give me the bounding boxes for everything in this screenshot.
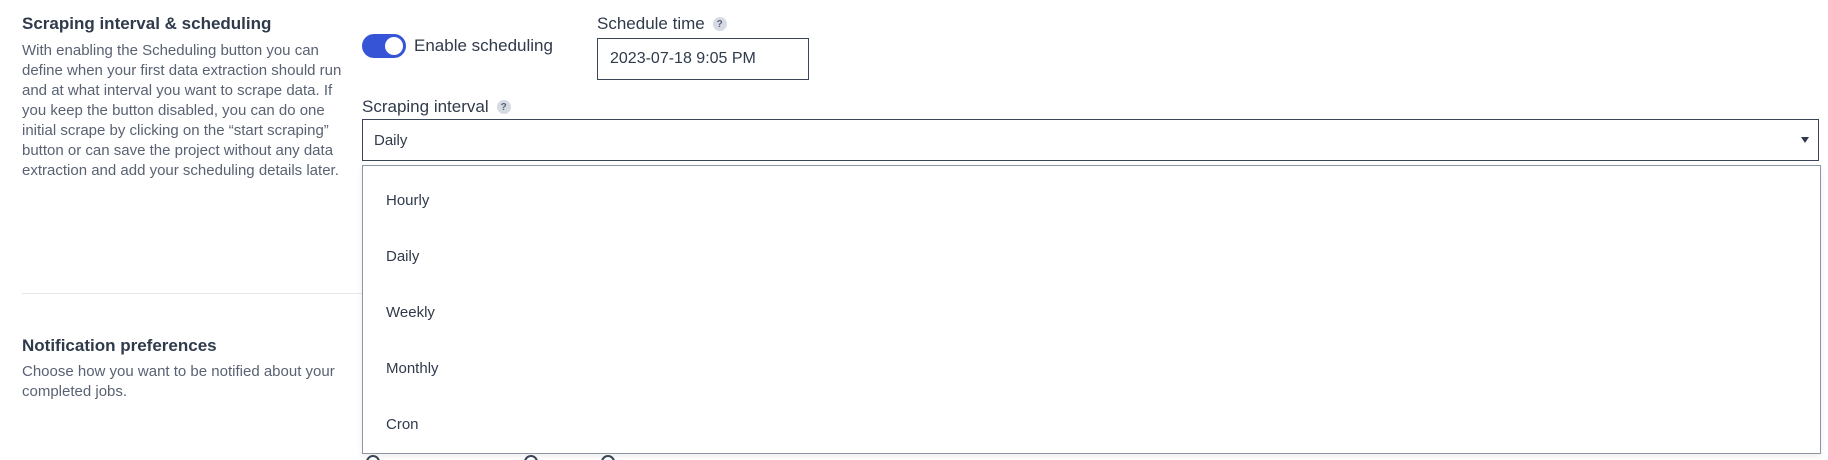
schedule-time-label-text: Schedule time [597, 14, 705, 33]
scheduling-section-title: Scraping interval & scheduling [22, 14, 272, 33]
toggle-knob [385, 37, 403, 55]
schedule-time-input[interactable] [597, 38, 809, 80]
interval-dropdown-menu: Hourly Daily Weekly Monthly Cron [362, 165, 1821, 454]
selected-interval-value: Daily [374, 132, 408, 149]
dropdown-option-daily[interactable]: Daily [363, 228, 1820, 284]
caret-down-icon [1801, 137, 1809, 143]
scheduling-section-description: With enabling the Scheduling button you … [22, 42, 342, 179]
notification-radio[interactable] [366, 455, 380, 460]
dropdown-option-hourly[interactable]: Hourly [363, 172, 1820, 228]
schedule-time-label: Schedule time ? [597, 14, 727, 34]
enable-scheduling-toggle[interactable] [362, 34, 406, 58]
enable-scheduling-label[interactable]: Enable scheduling [414, 36, 553, 56]
dropdown-option-cron[interactable]: Cron [363, 396, 1820, 452]
notification-radio[interactable] [524, 455, 538, 460]
dropdown-option-monthly[interactable]: Monthly [363, 340, 1820, 396]
notification-radio[interactable] [601, 455, 615, 460]
section-divider [22, 293, 362, 294]
scraping-interval-label-text: Scraping interval [362, 97, 489, 116]
notification-section-title: Notification preferences [22, 336, 217, 355]
notification-section-description: Choose how you want to be notified about… [22, 363, 335, 400]
help-icon[interactable]: ? [496, 100, 511, 114]
project-settings-page: Scraping interval & scheduling With enab… [0, 0, 1828, 460]
scraping-interval-select[interactable]: Daily [362, 119, 1819, 161]
help-icon[interactable]: ? [712, 17, 727, 31]
dropdown-option-weekly[interactable]: Weekly [363, 284, 1820, 340]
scraping-interval-label: Scraping interval ? [362, 97, 511, 117]
